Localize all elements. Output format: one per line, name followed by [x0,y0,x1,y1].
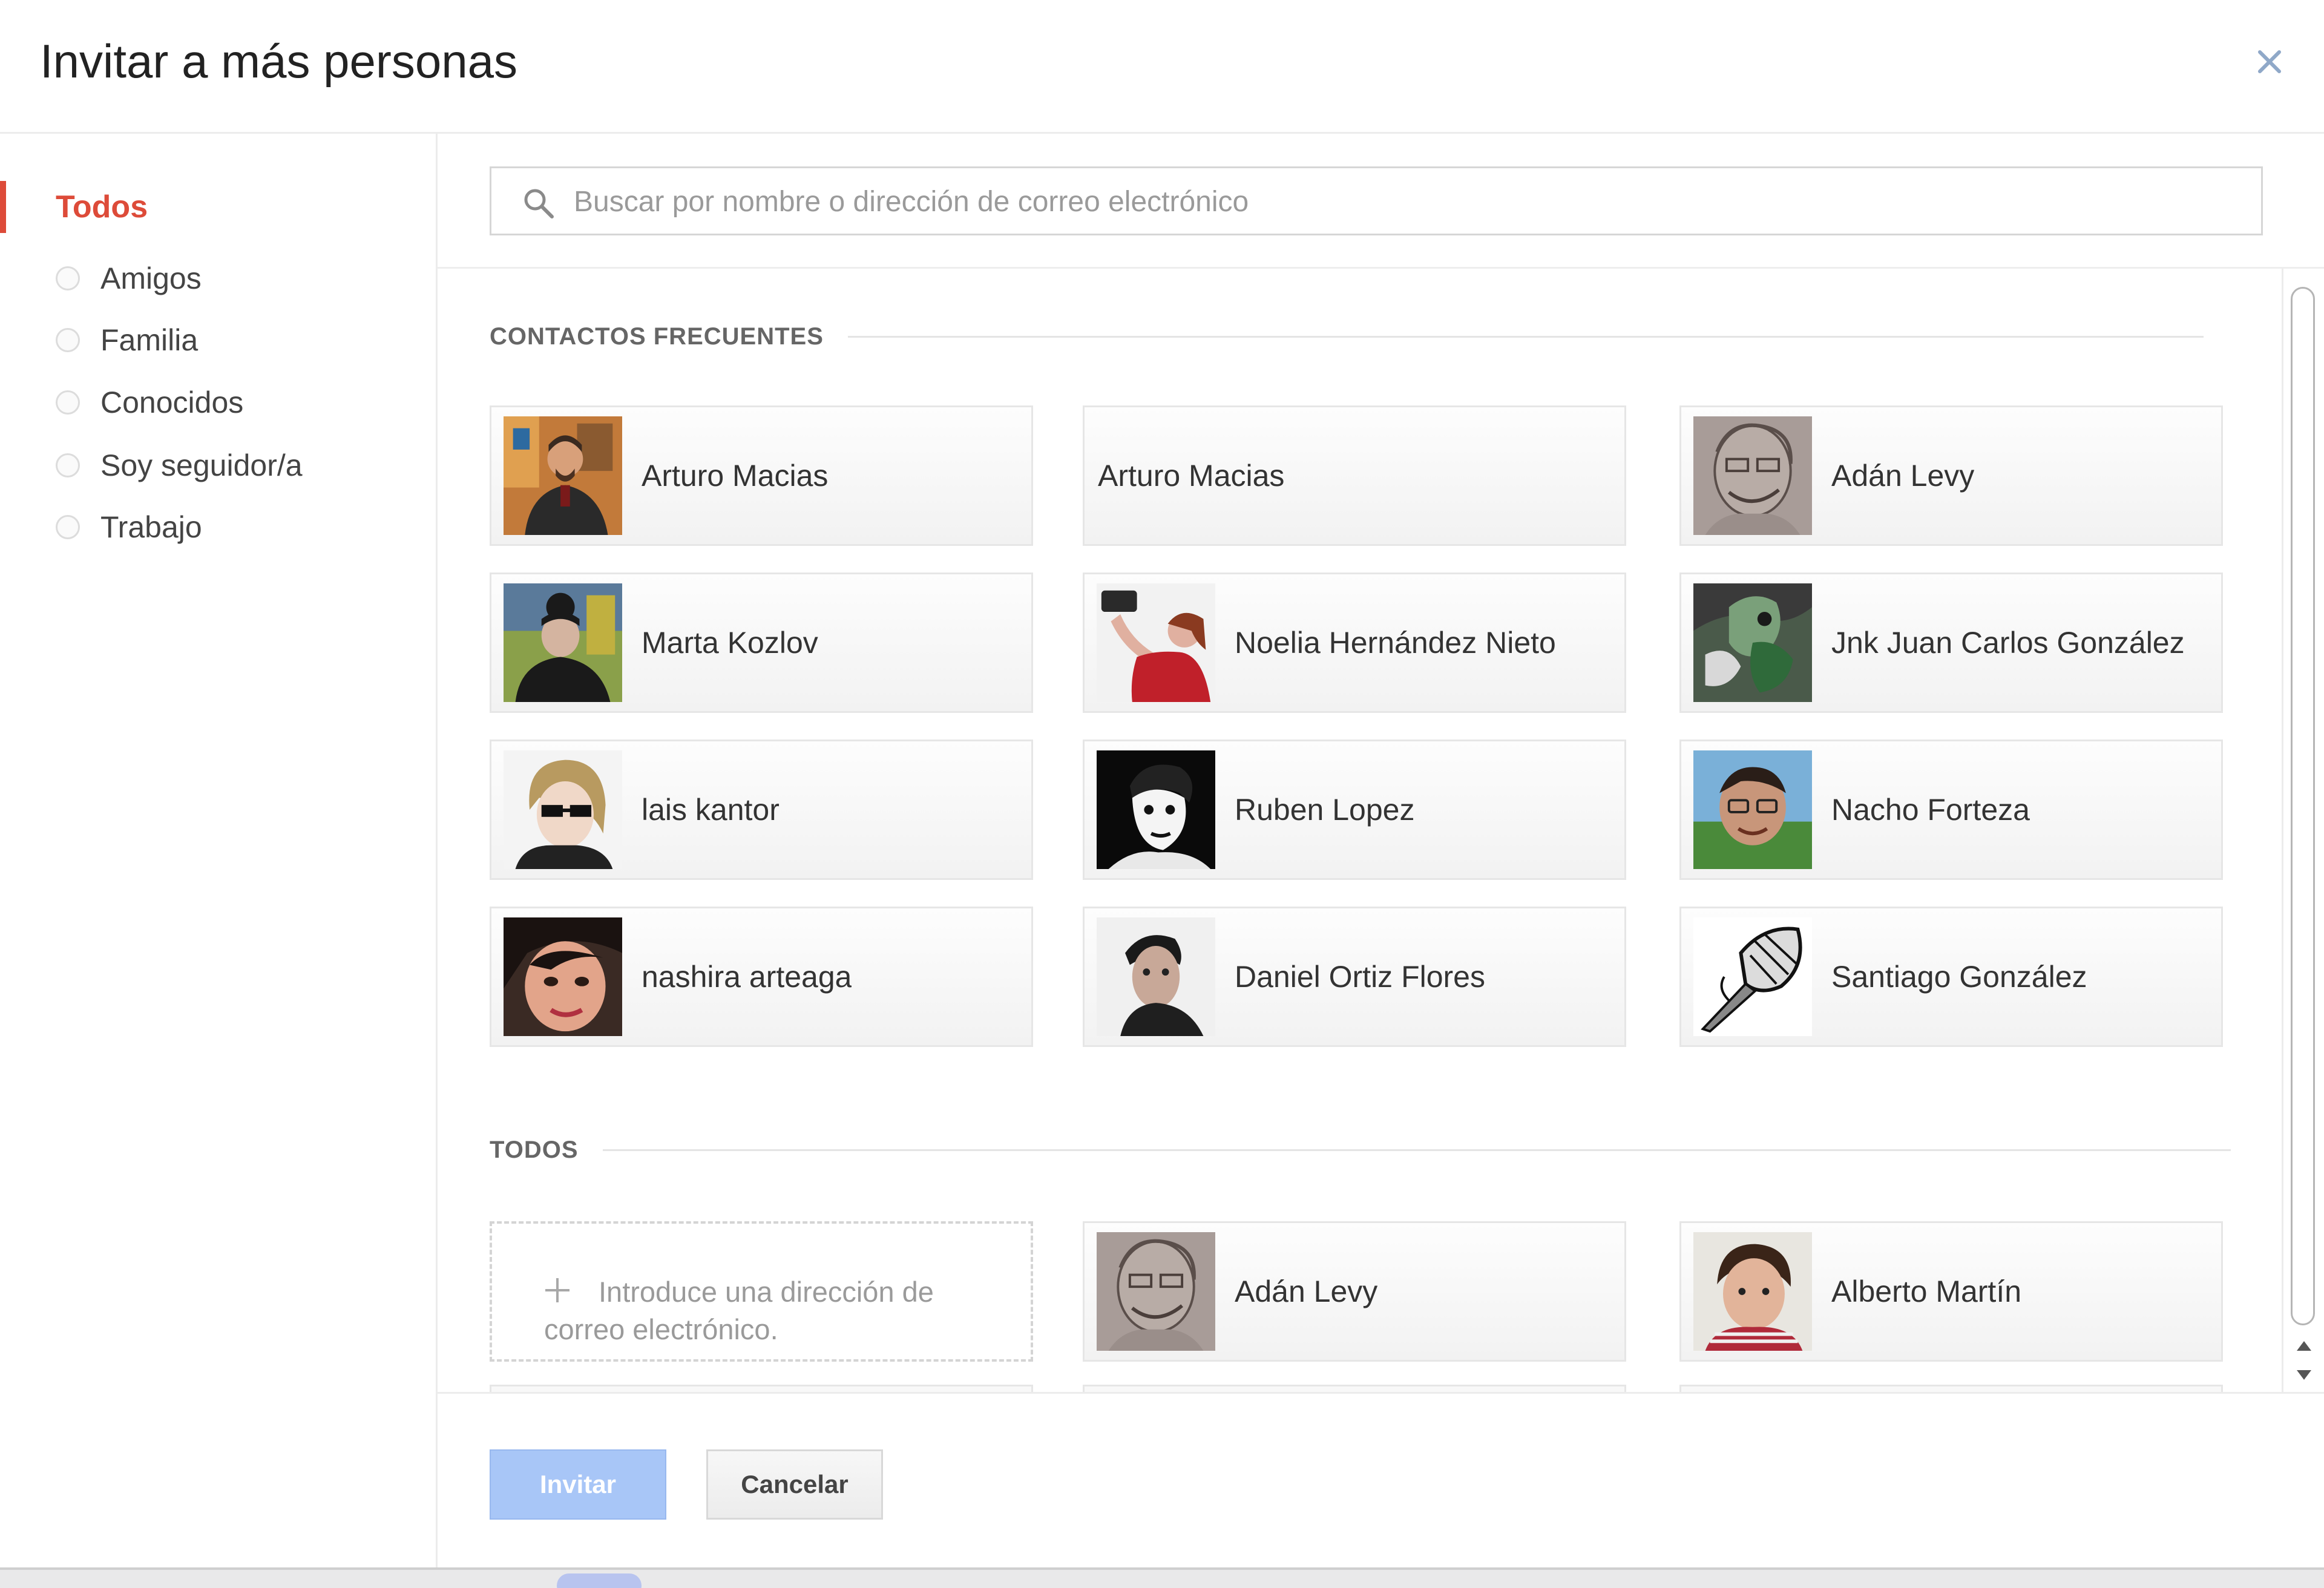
contact-name: Santiago González [1831,960,2087,994]
contact-card[interactable]: Alberto Martín [1679,1221,2223,1362]
section-header-all: TODOS [490,1132,2231,1168]
dialog-footer: Invitar Cancelar [438,1392,2324,1569]
search-box[interactable] [490,166,2263,235]
contacts-list[interactable]: CONTACTOS FRECUENTES Arturo Macias Artur… [438,269,2282,1392]
section-title: CONTACTOS FRECUENTES [490,323,824,350]
invite-button[interactable]: Invitar [490,1449,666,1520]
cancel-button[interactable]: Cancelar [706,1449,883,1520]
contact-card[interactable]: Ruben Lopez [1083,740,1626,880]
contact-card[interactable]: Nacho Forteza [1679,740,2223,880]
section-title: TODOS [490,1136,579,1163]
list-item [490,1385,1033,1392]
scroll-up-icon[interactable] [2292,1334,2316,1358]
scroll-thumb[interactable] [2291,287,2315,1325]
contact-card[interactable]: nashira arteaga [490,907,1033,1047]
section-divider [602,1149,2231,1151]
avatar [504,750,622,869]
contact-card[interactable]: lais kantor [490,740,1033,880]
contact-card[interactable]: Marta Kozlov [490,573,1033,713]
sidebar-item-label: Trabajo [100,510,202,544]
dialog-title: Invitar a más personas [40,34,518,88]
contact-card[interactable]: Arturo Macias [490,405,1033,546]
contact-card[interactable]: Adán Levy [1083,1221,1626,1362]
search-input[interactable] [573,176,2209,228]
list-item [1679,1385,2223,1392]
sidebar-item-trabajo[interactable]: Trabajo [56,503,202,551]
contact-name: Arturo Macias [1098,459,1285,493]
sidebar-item-label: Familia [100,323,199,357]
scrollbar[interactable] [2282,269,2324,1392]
circle-icon [56,390,80,415]
sidebar-item-familia[interactable]: Familia [56,316,198,364]
circle-icon [56,266,80,290]
dialog-shadow [0,1567,2324,1570]
contact-name: Adán Levy [1831,459,1975,493]
contact-name: lais kantor [642,793,780,827]
contact-card[interactable]: Daniel Ortiz Flores [1083,907,1626,1047]
section-header-frequent: CONTACTOS FRECUENTES [490,318,2204,355]
avatar [504,583,622,702]
contact-name: Adán Levy [1235,1275,1378,1308]
contact-name: Daniel Ortiz Flores [1235,960,1485,994]
sidebar-item-label: Amigos [100,261,202,295]
sidebar-item-amigos[interactable]: Amigos [56,254,202,303]
contact-card[interactable]: Noelia Hernández Nieto [1083,573,1626,713]
sidebar-item-label: Conocidos [100,386,244,419]
sidebar-item-label: Soy seguidor/a [100,448,303,482]
avatar [1693,583,1812,702]
add-email-label: Introduce una dirección de correo electr… [544,1276,934,1345]
invite-dialog: Invitar a más personas Todos Amigos Fami… [0,0,2324,1569]
dialog-header: Invitar a más personas [0,0,2324,134]
contact-name: Ruben Lopez [1235,793,1415,827]
avatar [1097,917,1215,1036]
search-icon [524,189,554,218]
contact-name: Arturo Macias [642,459,829,493]
circle-icon [56,453,80,477]
contact-card[interactable]: Adán Levy [1679,405,2223,546]
active-indicator [0,181,6,233]
search-area [438,134,2324,269]
add-email-button[interactable]: Introduce una dirección de correo electr… [490,1221,1033,1362]
sidebar-item-label: Todos [56,189,148,225]
avatar [1693,750,1812,869]
background-avatar [557,1573,642,1588]
avatar [1097,750,1215,869]
contact-name: Jnk Juan Carlos González [1831,626,2185,660]
contact-name: Alberto Martín [1831,1275,2022,1308]
close-icon [2258,50,2281,73]
circles-sidebar: Todos Amigos Familia Conocidos Soy segui… [0,134,438,1567]
avatar [1097,583,1215,702]
circle-icon [56,515,80,539]
sidebar-item-todos[interactable]: Todos [56,183,148,231]
contact-name: nashira arteaga [642,960,852,994]
sidebar-item-soy-seguidor[interactable]: Soy seguidor/a [56,441,303,490]
section-divider [847,335,2204,338]
avatar [504,917,622,1036]
sidebar-item-conocidos[interactable]: Conocidos [56,378,243,427]
contact-name: Marta Kozlov [642,626,818,660]
avatar [1693,416,1812,535]
scroll-down-icon[interactable] [2292,1363,2316,1387]
contact-card[interactable]: Arturo Macias [1083,405,1626,546]
contact-card[interactable]: Jnk Juan Carlos González [1679,573,2223,713]
contact-card[interactable]: Santiago González [1679,907,2223,1047]
background-page [0,1567,2324,1588]
contact-name: Noelia Hernández Nieto [1235,626,1556,660]
avatar [1693,1232,1812,1351]
close-button[interactable] [2250,42,2289,81]
contact-name: Nacho Forteza [1831,793,2030,827]
circle-icon [56,328,80,352]
avatar [504,416,622,535]
avatar [1097,1232,1215,1351]
list-item [1083,1385,1626,1392]
avatar [1693,917,1812,1036]
